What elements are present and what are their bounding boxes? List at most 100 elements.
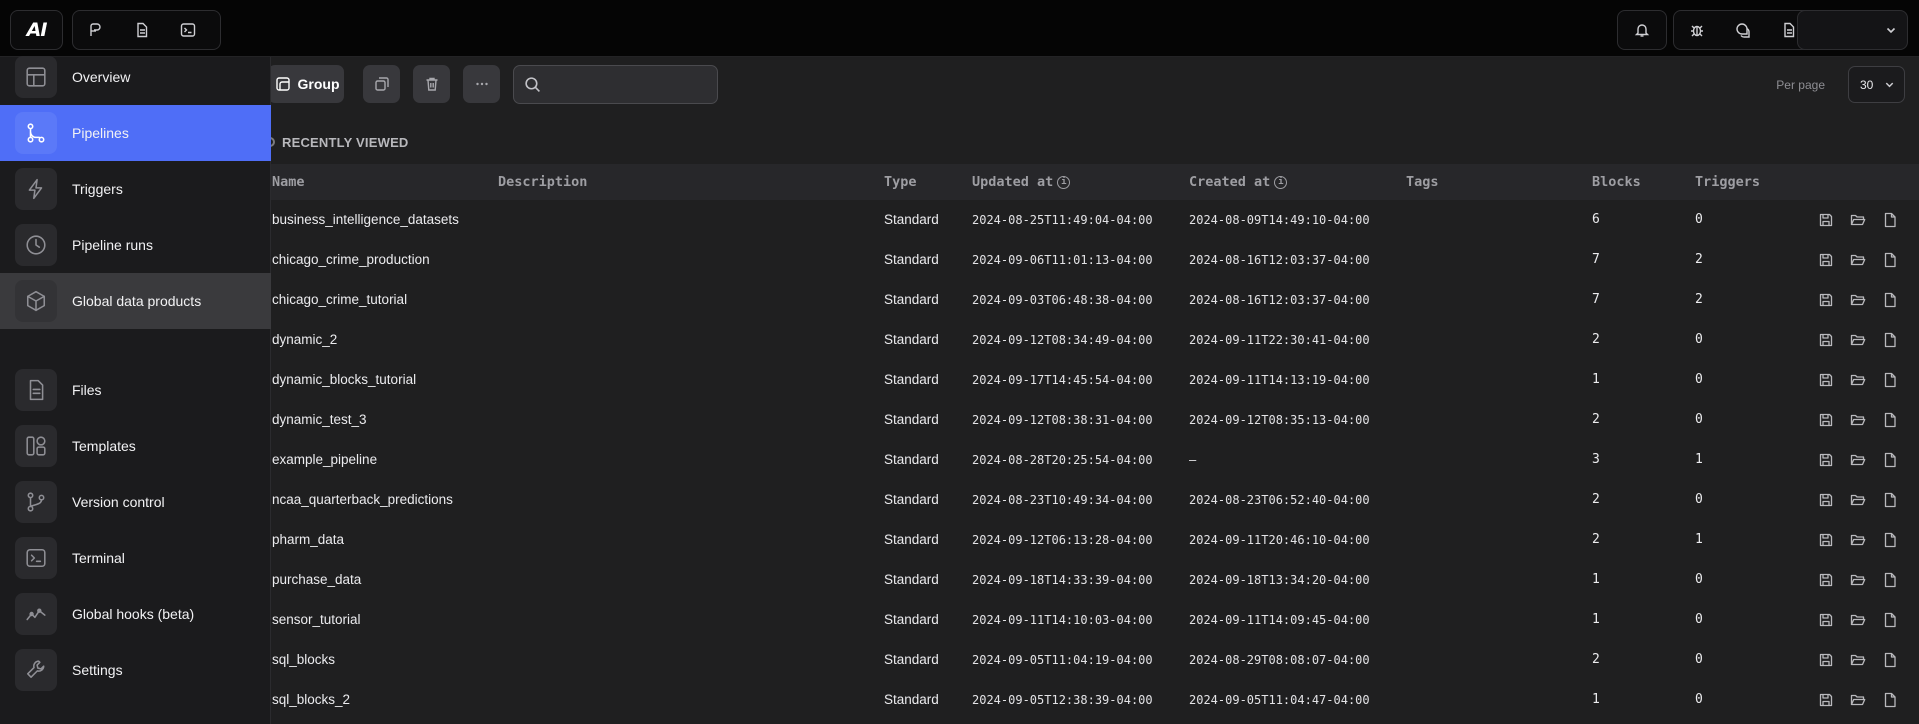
- sidebar-item-templates[interactable]: Templates: [0, 418, 271, 474]
- search-field[interactable]: [513, 65, 718, 104]
- view-file-button[interactable]: [1880, 570, 1900, 590]
- bug-report-button[interactable]: [1674, 11, 1720, 49]
- sidebar-item-global-data-products[interactable]: Global data products: [0, 273, 271, 329]
- pipeline-name[interactable]: dynamic_blocks_tutorial: [272, 360, 416, 400]
- search-input[interactable]: [549, 76, 709, 93]
- view-file-button[interactable]: [1880, 330, 1900, 350]
- open-folder-button[interactable]: [1848, 650, 1868, 670]
- column-header-updated[interactable]: Updated at i: [972, 164, 1071, 200]
- column-header-description[interactable]: Description: [498, 164, 587, 200]
- pipeline-name[interactable]: chicago_crime_tutorial: [272, 280, 407, 320]
- open-folder-button[interactable]: [1848, 570, 1868, 590]
- pipeline-name[interactable]: pharm_data: [272, 520, 344, 560]
- sidebar-item-version-control[interactable]: Version control: [0, 474, 271, 530]
- table-row[interactable]: chicago_crime_tutorial Standard 2024-09-03…: [271, 280, 1919, 320]
- table-row[interactable]: purchase_data Standard 2024-09-18T14:33:39…: [271, 560, 1919, 600]
- view-file-button[interactable]: [1880, 370, 1900, 390]
- sidebar-item-pipelines[interactable]: Pipelines: [0, 105, 271, 161]
- pipeline-name[interactable]: sensor_tutorial: [272, 600, 361, 640]
- save-button[interactable]: [1816, 690, 1836, 710]
- table-row[interactable]: example_pipeline Standard 2024-08-28T20:25…: [271, 440, 1919, 480]
- sidebar-item-files[interactable]: Files: [0, 362, 271, 418]
- save-button[interactable]: [1816, 250, 1836, 270]
- more-actions-button[interactable]: [463, 65, 500, 103]
- pipeline-name[interactable]: purchase_data: [272, 560, 361, 600]
- open-folder-button[interactable]: [1848, 690, 1868, 710]
- sidebar-item-overview[interactable]: Overview: [0, 49, 271, 105]
- open-folder-button[interactable]: [1848, 250, 1868, 270]
- save-button[interactable]: [1816, 210, 1836, 230]
- pipelines-shortcut-button[interactable]: [73, 11, 119, 49]
- open-folder-button[interactable]: [1848, 210, 1868, 230]
- logo-button[interactable]: AI: [10, 10, 63, 50]
- column-header-tags[interactable]: Tags: [1406, 164, 1439, 200]
- save-button[interactable]: [1816, 610, 1836, 630]
- pipeline-name[interactable]: business_intelligence_datasets: [272, 200, 459, 240]
- column-header-type[interactable]: Type: [884, 164, 917, 200]
- view-file-button[interactable]: [1880, 290, 1900, 310]
- view-file-button[interactable]: [1880, 450, 1900, 470]
- delete-button[interactable]: [413, 65, 450, 103]
- open-folder-button[interactable]: [1848, 330, 1868, 350]
- pipeline-name[interactable]: sql_blocks: [272, 640, 335, 680]
- open-folder-button[interactable]: [1848, 450, 1868, 470]
- view-file-button[interactable]: [1880, 210, 1900, 230]
- save-button[interactable]: [1816, 450, 1836, 470]
- user-menu-button[interactable]: [1797, 10, 1908, 50]
- table-row[interactable]: sql_blocks_2 Standard 2024-09-05T12:38:39-…: [271, 680, 1919, 720]
- group-button[interactable]: Group: [268, 65, 344, 103]
- view-file-button[interactable]: [1880, 610, 1900, 630]
- info-icon[interactable]: i: [1274, 175, 1288, 189]
- column-header-name[interactable]: Name: [272, 164, 305, 200]
- open-folder-button[interactable]: [1848, 370, 1868, 390]
- view-file-button[interactable]: [1880, 530, 1900, 550]
- table-row[interactable]: sensor_tutorial Standard 2024-09-11T14:10:…: [271, 600, 1919, 640]
- notifications-button[interactable]: [1617, 10, 1667, 50]
- sidebar-item-triggers[interactable]: Triggers: [0, 161, 271, 217]
- sidebar-item-global-hooks-beta[interactable]: Global hooks (beta): [0, 586, 271, 642]
- pipeline-name[interactable]: dynamic_2: [272, 320, 337, 360]
- view-file-button[interactable]: [1880, 650, 1900, 670]
- column-header-created[interactable]: Created at i: [1189, 164, 1288, 200]
- open-folder-button[interactable]: [1848, 490, 1868, 510]
- open-folder-button[interactable]: [1848, 410, 1868, 430]
- table-row[interactable]: dynamic_2 Standard 2024-09-12T08:34:49-04:…: [271, 320, 1919, 360]
- pipeline-name[interactable]: sql_blocks_2: [272, 680, 350, 720]
- table-row[interactable]: sql_blocks Standard 2024-09-05T11:04:19-04…: [271, 640, 1919, 680]
- view-file-button[interactable]: [1880, 490, 1900, 510]
- column-header-triggers[interactable]: Triggers: [1695, 164, 1760, 200]
- clone-button[interactable]: [363, 65, 400, 103]
- view-file-button[interactable]: [1880, 250, 1900, 270]
- per-page-select[interactable]: 30: [1848, 66, 1905, 103]
- chat-button[interactable]: [1720, 11, 1766, 49]
- save-button[interactable]: [1816, 530, 1836, 550]
- save-button[interactable]: [1816, 330, 1836, 350]
- info-icon[interactable]: i: [1057, 175, 1071, 189]
- save-button[interactable]: [1816, 570, 1836, 590]
- sidebar-item-pipeline-runs[interactable]: Pipeline runs: [0, 217, 271, 273]
- view-file-button[interactable]: [1880, 690, 1900, 710]
- pipeline-name[interactable]: chicago_crime_production: [272, 240, 430, 280]
- table-row[interactable]: dynamic_blocks_tutorial Standard 2024-09-1…: [271, 360, 1919, 400]
- table-row[interactable]: chicago_crime_production Standard 2024-09-…: [271, 240, 1919, 280]
- save-button[interactable]: [1816, 290, 1836, 310]
- open-folder-button[interactable]: [1848, 290, 1868, 310]
- save-button[interactable]: [1816, 370, 1836, 390]
- save-button[interactable]: [1816, 490, 1836, 510]
- pipeline-name[interactable]: ncaa_quarterback_predictions: [272, 480, 453, 520]
- column-header-blocks[interactable]: Blocks: [1592, 164, 1641, 200]
- terminal-shortcut-button[interactable]: [165, 11, 211, 49]
- files-shortcut-button[interactable]: [119, 11, 165, 49]
- view-file-button[interactable]: [1880, 410, 1900, 430]
- open-folder-button[interactable]: [1848, 610, 1868, 630]
- sidebar-item-terminal[interactable]: Terminal: [0, 530, 271, 586]
- table-row[interactable]: dynamic_test_3 Standard 2024-09-12T08:38:3…: [271, 400, 1919, 440]
- table-row[interactable]: business_intelligence_datasets Standard 20…: [271, 200, 1919, 240]
- save-button[interactable]: [1816, 410, 1836, 430]
- open-folder-button[interactable]: [1848, 530, 1868, 550]
- table-row[interactable]: pharm_data Standard 2024-09-12T06:13:28-04…: [271, 520, 1919, 560]
- pipeline-name[interactable]: dynamic_test_3: [272, 400, 367, 440]
- table-row[interactable]: ncaa_quarterback_predictions Standard 2024…: [271, 480, 1919, 520]
- pipeline-name[interactable]: example_pipeline: [272, 440, 377, 480]
- sidebar-item-settings[interactable]: Settings: [0, 642, 271, 698]
